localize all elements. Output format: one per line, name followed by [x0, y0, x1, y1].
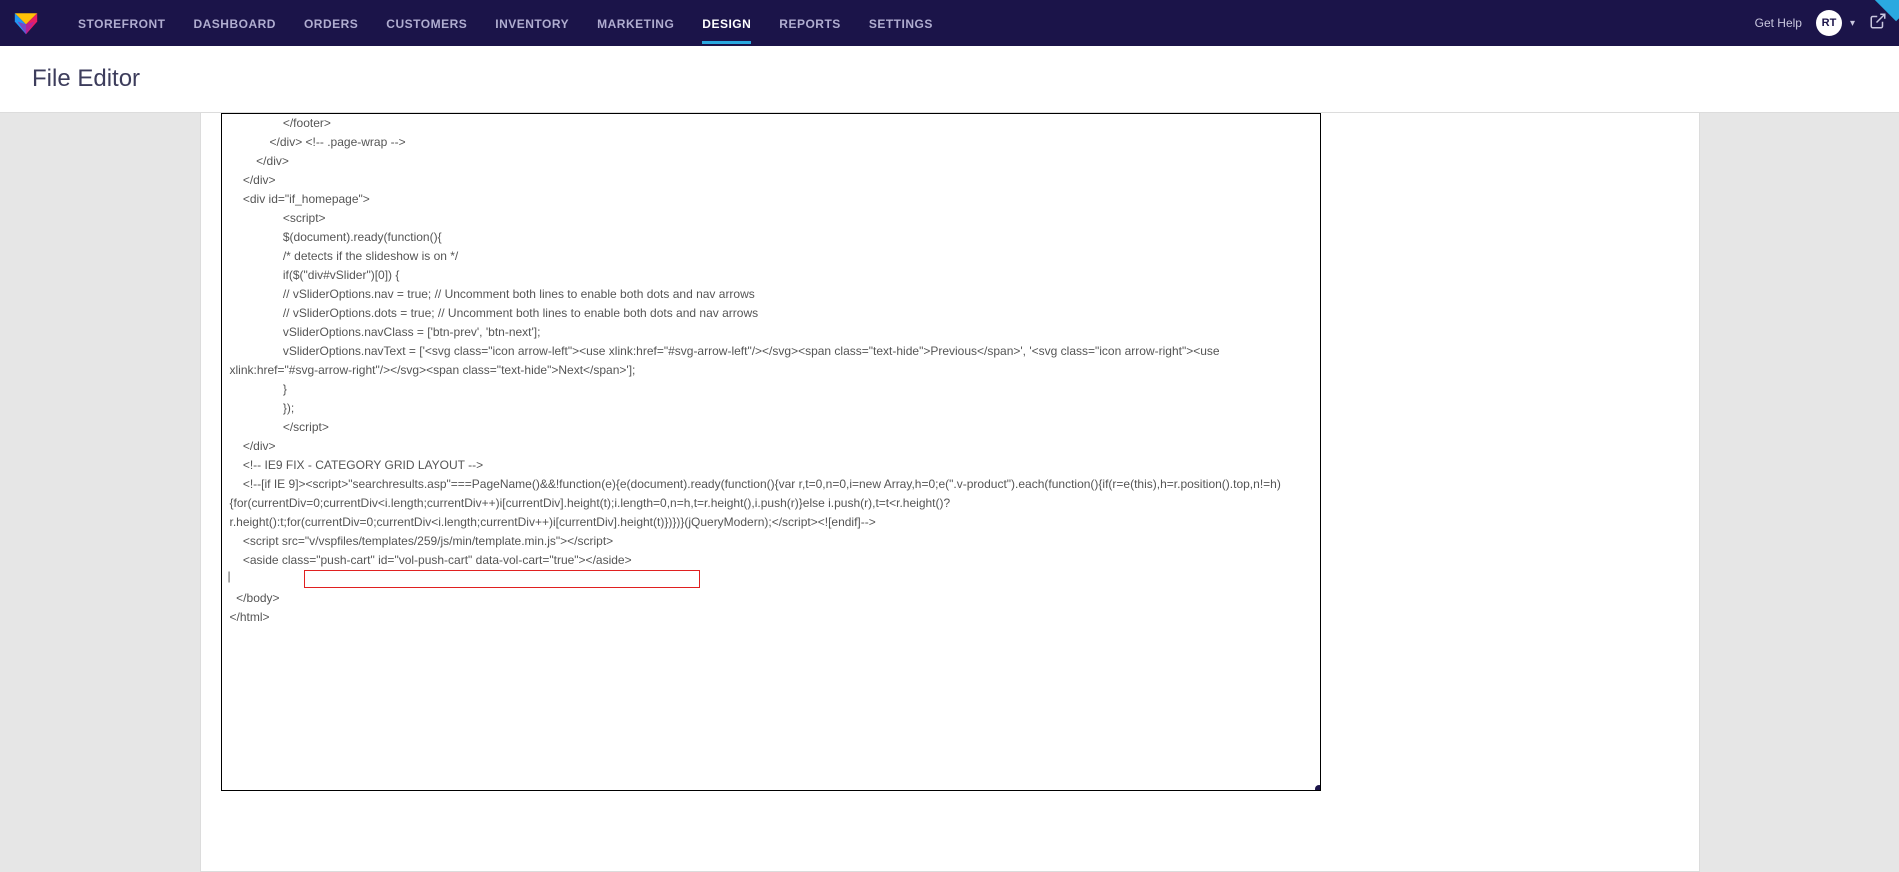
code-line[interactable]: <!-- IE9 FIX - CATEGORY GRID LAYOUT -->	[230, 456, 1312, 475]
nav-design[interactable]: DESIGN	[688, 2, 765, 44]
code-line[interactable]: $(document).ready(function(){	[230, 228, 1312, 247]
open-external-icon[interactable]	[1869, 12, 1887, 35]
code-editor[interactable]: </footer> </div> <!-- .page-wrap --> </d…	[221, 113, 1321, 791]
code-line[interactable]: </div>	[230, 171, 1312, 190]
get-help-link[interactable]: Get Help	[1755, 16, 1802, 30]
brand-logo[interactable]	[12, 9, 40, 37]
nav-customers[interactable]: CUSTOMERS	[372, 2, 481, 44]
resize-handle[interactable]	[1315, 785, 1321, 791]
top-navigation-bar: STOREFRONT DASHBOARD ORDERS CUSTOMERS IN…	[0, 0, 1899, 46]
nav-settings[interactable]: SETTINGS	[855, 2, 947, 44]
page-title-bar: File Editor	[0, 46, 1899, 113]
code-line[interactable]: // vSliderOptions.dots = true; // Uncomm…	[230, 304, 1312, 323]
panel: </footer> </div> <!-- .page-wrap --> </d…	[200, 113, 1700, 872]
code-line[interactable]: <script src="v/vspfiles/templates/259/js…	[230, 532, 1312, 551]
code-line[interactable]: <div id="if_homepage">	[230, 190, 1312, 209]
nav-marketing[interactable]: MARKETING	[583, 2, 688, 44]
code-line[interactable]: });	[230, 399, 1312, 418]
code-line[interactable]: </div> <!-- .page-wrap -->	[230, 133, 1312, 152]
code-line[interactable]: // vSliderOptions.nav = true; // Uncomme…	[230, 285, 1312, 304]
nav-storefront[interactable]: STOREFRONT	[64, 2, 179, 44]
code-line[interactable]: </html>	[230, 608, 1312, 627]
code-line[interactable]: /* detects if the slideshow is on */	[230, 247, 1312, 266]
user-avatar[interactable]: RT	[1816, 10, 1842, 36]
code-line[interactable]: <script>	[230, 209, 1312, 228]
nav-reports[interactable]: REPORTS	[765, 2, 855, 44]
code-line[interactable]: </script​>	[230, 418, 1312, 437]
code-line[interactable]: if($("div#vSlider")[0]) {	[230, 266, 1312, 285]
nav-inventory[interactable]: INVENTORY	[481, 2, 583, 44]
code-line[interactable]: </body>	[230, 589, 1312, 608]
nav-dashboard[interactable]: DASHBOARD	[179, 2, 290, 44]
nav-orders[interactable]: ORDERS	[290, 2, 372, 44]
code-line[interactable]: vSliderOptions.navClass = ['btn-prev', '…	[230, 323, 1312, 342]
code-line[interactable]	[230, 570, 1312, 589]
code-line[interactable]: <aside class="push-cart" id="vol-push-ca…	[230, 551, 1312, 570]
code-line[interactable]: </div>	[230, 437, 1312, 456]
main-nav: STOREFRONT DASHBOARD ORDERS CUSTOMERS IN…	[64, 2, 947, 44]
page-title: File Editor	[32, 65, 140, 93]
code-textarea[interactable]: </footer> </div> <!-- .page-wrap --> </d…	[222, 114, 1320, 790]
code-line[interactable]: </footer>	[230, 114, 1312, 133]
code-line[interactable]: </div>	[230, 152, 1312, 171]
text-cursor: |	[228, 569, 231, 583]
code-line[interactable]: <!--[if IE 9]><script>"searchresults.asp…	[230, 475, 1312, 532]
topbar-right-group: Get Help RT ▾	[1755, 10, 1887, 36]
page-content: </footer> </div> <!-- .page-wrap --> </d…	[0, 113, 1899, 872]
code-line[interactable]: }	[230, 380, 1312, 399]
code-line[interactable]: vSliderOptions.navText = ['<svg class="i…	[230, 342, 1312, 380]
chevron-down-icon[interactable]: ▾	[1850, 18, 1855, 29]
